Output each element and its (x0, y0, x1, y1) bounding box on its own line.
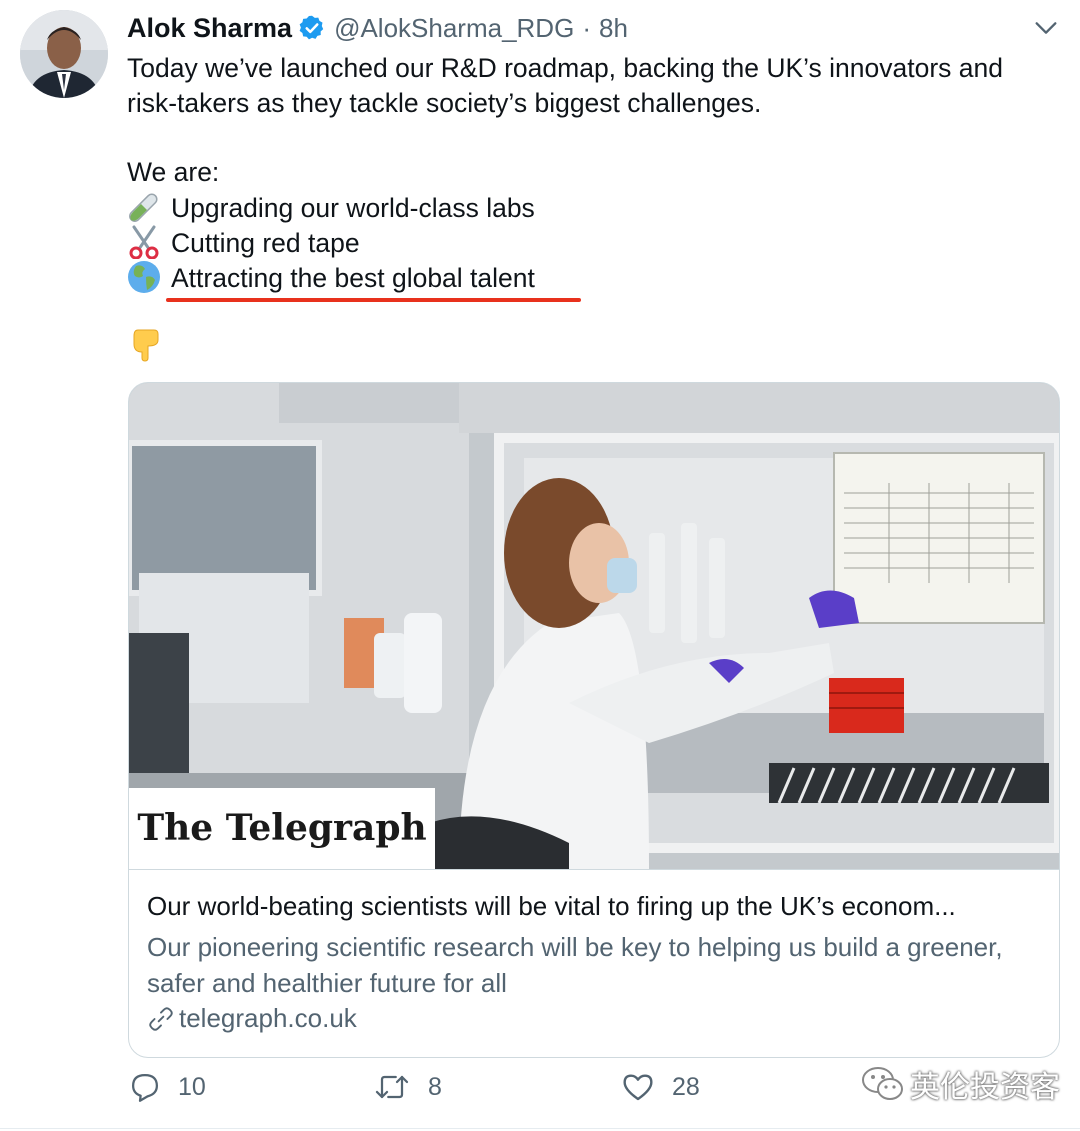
watermark-text: 英伦投资客 (910, 1071, 1060, 1104)
tweet-header: Alok Sharma @AlokSharma_RDG · 8h (127, 10, 628, 46)
reply-icon (132, 1074, 158, 1102)
scissors-icon (129, 225, 159, 259)
retweet-button[interactable]: 8 (374, 1072, 442, 1102)
author-name[interactable]: Alok Sharma (127, 13, 292, 44)
card-domain[interactable]: telegraph.co.uk (147, 1003, 357, 1034)
list-item-label: Upgrading our world-class labs (171, 193, 535, 223)
card-domain-text: telegraph.co.uk (179, 1003, 357, 1033)
card-divider (129, 869, 1059, 870)
list-item: Cutting red tape (127, 225, 360, 261)
divider (0, 1128, 1080, 1129)
telegraph-logo: The Telegraph (137, 807, 426, 849)
list-item: Attracting the best global talent (127, 260, 535, 296)
chevron-down-icon[interactable] (1032, 14, 1060, 42)
globe-icon (128, 261, 160, 293)
retweet-icon (375, 1075, 409, 1099)
reply-count: 10 (178, 1072, 206, 1101)
like-count: 28 (672, 1072, 700, 1101)
retweet-count: 8 (428, 1072, 442, 1101)
wechat-icon (862, 1067, 903, 1100)
card-image: The Telegraph (129, 383, 1059, 869)
card-title[interactable]: Our world-beating scientists will be vit… (147, 891, 956, 922)
list-item-label: Cutting red tape (171, 228, 360, 258)
avatar-photo (20, 10, 108, 98)
pointing-down-icon (133, 329, 159, 362)
tweet-text-line-1: Today we’ve launched our R&D roadmap, ba… (127, 53, 1003, 83)
author-handle[interactable]: @AlokSharma_RDG (334, 13, 574, 44)
link-preview-card[interactable]: The Telegraph Our world-beating scientis… (128, 382, 1060, 1058)
tweet-text-line-2: risk-takers as they tackle society’s big… (127, 88, 762, 118)
tweet-text-line-3: We are: (127, 157, 220, 187)
verified-badge-icon (298, 14, 326, 42)
test-tube-icon (129, 193, 158, 222)
watermark: 英伦投资客 (860, 1062, 1060, 1106)
avatar[interactable] (20, 10, 108, 98)
list-item: Upgrading our world-class labs (127, 190, 535, 226)
reply-button[interactable]: 10 (130, 1072, 206, 1102)
link-icon (149, 1006, 173, 1031)
red-underline (166, 298, 581, 302)
tweet-timestamp[interactable]: 8h (599, 13, 628, 44)
lab-photo: The Telegraph (129, 383, 1059, 869)
like-button[interactable]: 28 (622, 1072, 700, 1102)
list-item-label: Attracting the best global talent (171, 263, 535, 293)
separator-dot: · (582, 12, 591, 43)
heart-icon (623, 1074, 653, 1101)
card-description: Our pioneering scientific research will … (147, 932, 1003, 998)
